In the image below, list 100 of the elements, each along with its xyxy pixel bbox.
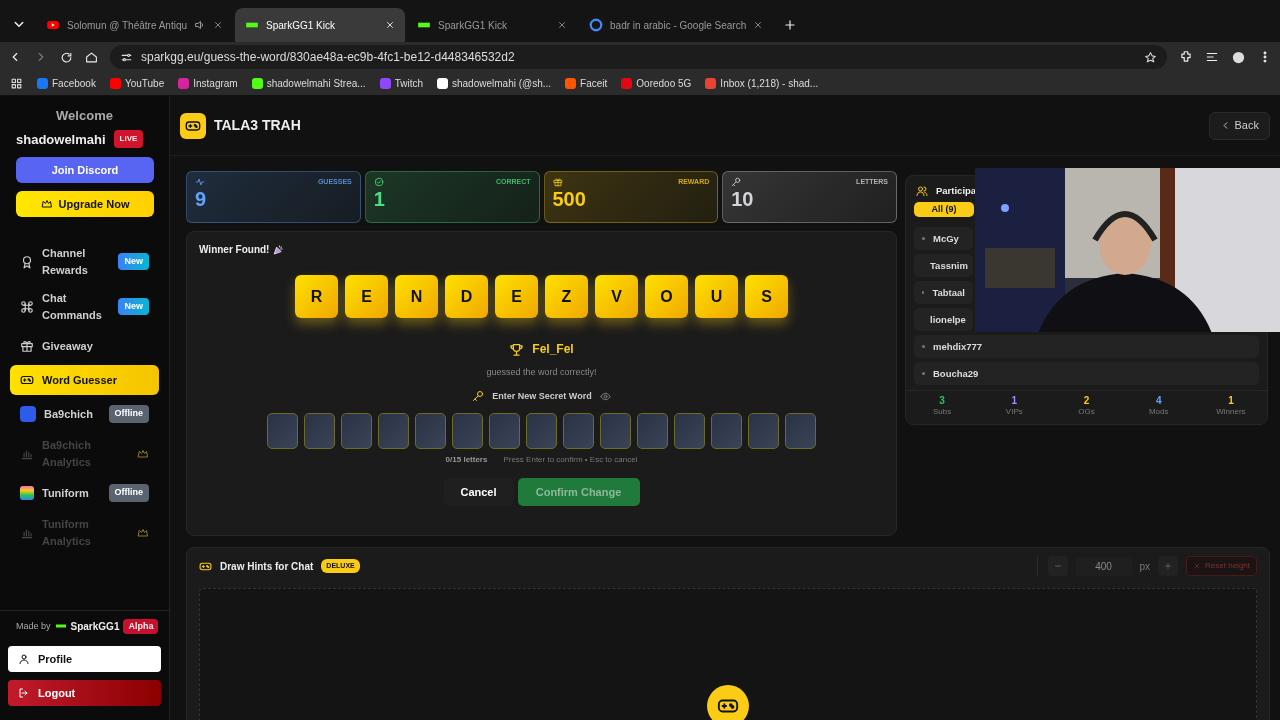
- total-value: 1: [1228, 395, 1234, 406]
- participant-row[interactable]: mehdix777: [914, 335, 1259, 359]
- letter-slot[interactable]: [415, 413, 446, 449]
- tab-title: SparkGG1 Kick: [266, 18, 336, 33]
- nav-item[interactable]: Tuniform Offline: [10, 478, 159, 508]
- gift-icon: [552, 177, 563, 188]
- close-icon[interactable]: [213, 20, 224, 30]
- logout-button[interactable]: Logout: [8, 680, 161, 706]
- extensions-icon[interactable]: [1179, 50, 1193, 64]
- letter-slot[interactable]: [637, 413, 668, 449]
- bookmark[interactable]: Inbox (1,218) - shad...: [705, 76, 819, 91]
- increase-button[interactable]: [1158, 556, 1179, 576]
- status-badge: Offline: [108, 484, 149, 502]
- letter-slot[interactable]: [378, 413, 409, 449]
- panel-title: Draw Hints for Chat: [220, 559, 314, 574]
- letter-tile: D: [445, 275, 488, 318]
- status-badge: Offline: [108, 405, 149, 423]
- letter-count: 0/15 letters: [445, 454, 488, 466]
- participant-row[interactable]: McGy: [914, 227, 973, 251]
- tab-title: Solomun @ Théâtre Antiqu: [67, 18, 188, 33]
- star-icon[interactable]: [1144, 50, 1157, 64]
- home-icon[interactable]: [85, 50, 98, 64]
- letter-slot[interactable]: [563, 413, 594, 449]
- browser-tab[interactable]: badr in arabic - Google Search: [579, 8, 774, 42]
- stat-value: 10: [731, 187, 755, 210]
- address-bar[interactable]: sparkgg.eu/guess-the-word/830ae48a-ec9b-4fc1-be12-d448346532d2: [110, 45, 1167, 69]
- upgrade-button[interactable]: Upgrade Now: [16, 191, 154, 217]
- letter-tile: V: [595, 275, 638, 318]
- browser-tab[interactable]: Solomun @ Théâtre Antiqu: [36, 8, 234, 42]
- bookmark[interactable]: Facebook: [37, 76, 96, 91]
- letter-slot[interactable]: [600, 413, 631, 449]
- browser-tab[interactable]: SparkGG1 Kick: [407, 8, 578, 42]
- app-logo-icon: [20, 486, 34, 500]
- crown-icon: [40, 198, 53, 210]
- stat-value: 1: [373, 187, 386, 210]
- total-value: 1: [1011, 395, 1018, 406]
- letter-slot[interactable]: [785, 413, 816, 449]
- avatar-icon[interactable]: [1231, 49, 1246, 65]
- party-popper-icon: [273, 244, 285, 255]
- letter-slot[interactable]: [489, 413, 520, 449]
- profile-button[interactable]: Profile: [8, 646, 161, 672]
- letter-slot[interactable]: [674, 413, 705, 449]
- total-value: 4: [1155, 395, 1162, 406]
- cancel-button[interactable]: Cancel: [443, 478, 514, 506]
- height-field[interactable]: 400: [1075, 556, 1132, 576]
- status-badge: New: [118, 252, 149, 271]
- discord-button[interactable]: Join Discord: [16, 157, 154, 183]
- users-icon: [916, 185, 928, 198]
- plus-icon: [1163, 561, 1174, 571]
- app-logo-icon: [20, 406, 36, 422]
- bookmark[interactable]: shadowelmahi (@sh...: [437, 76, 552, 91]
- bullet-icon: [922, 291, 925, 295]
- nav-item[interactable]: Chat Commands New: [10, 286, 159, 327]
- stat-value: 500: [552, 187, 587, 210]
- nav-item[interactable]: Channel Rewards New: [10, 241, 159, 282]
- browser-tab[interactable]: SparkGG1 Kick: [235, 8, 406, 42]
- user-icon: [18, 653, 30, 665]
- letter-slot[interactable]: [526, 413, 557, 449]
- bookmark[interactable]: shadowelmahi Strea...: [251, 76, 366, 91]
- back-button[interactable]: Back: [1208, 111, 1270, 140]
- logout-icon: [18, 687, 30, 699]
- letter-slot[interactable]: [267, 413, 298, 449]
- bookmark[interactable]: Twitch: [379, 76, 423, 91]
- nav-item[interactable]: Word Guesser: [10, 365, 159, 395]
- video-site-icon: [46, 18, 60, 32]
- letter-slot[interactable]: [711, 413, 742, 449]
- bookmark[interactable]: Instagram: [178, 76, 238, 91]
- media-icon[interactable]: [1205, 50, 1219, 64]
- award-icon: [20, 254, 34, 269]
- new-tab-icon[interactable]: [783, 18, 798, 32]
- letter-slot[interactable]: [304, 413, 335, 449]
- reload-icon[interactable]: [60, 50, 73, 64]
- apps-icon[interactable]: [10, 77, 23, 90]
- bookmark[interactable]: YouTube: [109, 76, 165, 91]
- letter-slot[interactable]: [748, 413, 779, 449]
- participant-row[interactable]: Tabtaal: [914, 281, 973, 305]
- close-icon[interactable]: [385, 20, 396, 30]
- letter-tile: U: [695, 275, 738, 318]
- close-icon[interactable]: [753, 20, 764, 30]
- bookmark[interactable]: Faceit: [565, 76, 608, 91]
- gamepad-icon: [20, 373, 34, 387]
- bookmark[interactable]: Ooredoo 5G: [621, 76, 692, 91]
- keyboard-hint: Press Enter to confirm • Esc to cancel: [503, 454, 638, 466]
- total-label: Subs: [933, 406, 952, 418]
- letter-slot[interactable]: [341, 413, 372, 449]
- total-label: Winners: [1216, 406, 1246, 418]
- close-icon[interactable]: [557, 20, 568, 30]
- bullet-icon: [922, 372, 925, 376]
- nav-item[interactable]: Giveaway: [10, 331, 159, 361]
- filter-tab[interactable]: All (9): [914, 202, 974, 218]
- letter-tile: S: [745, 275, 788, 318]
- participant-row[interactable]: Tassnim: [914, 254, 973, 278]
- eye-icon[interactable]: [599, 390, 611, 402]
- nav-item[interactable]: Ba9chich Offline: [10, 399, 159, 429]
- letter-slot[interactable]: [452, 413, 483, 449]
- participant-row[interactable]: lionelpe: [914, 308, 973, 332]
- participant-row[interactable]: Boucha29: [914, 362, 1259, 386]
- gift-icon: [20, 339, 34, 353]
- winner-message: guessed the word correctly!: [486, 366, 597, 379]
- made-by-text: Made by: [16, 619, 51, 633]
